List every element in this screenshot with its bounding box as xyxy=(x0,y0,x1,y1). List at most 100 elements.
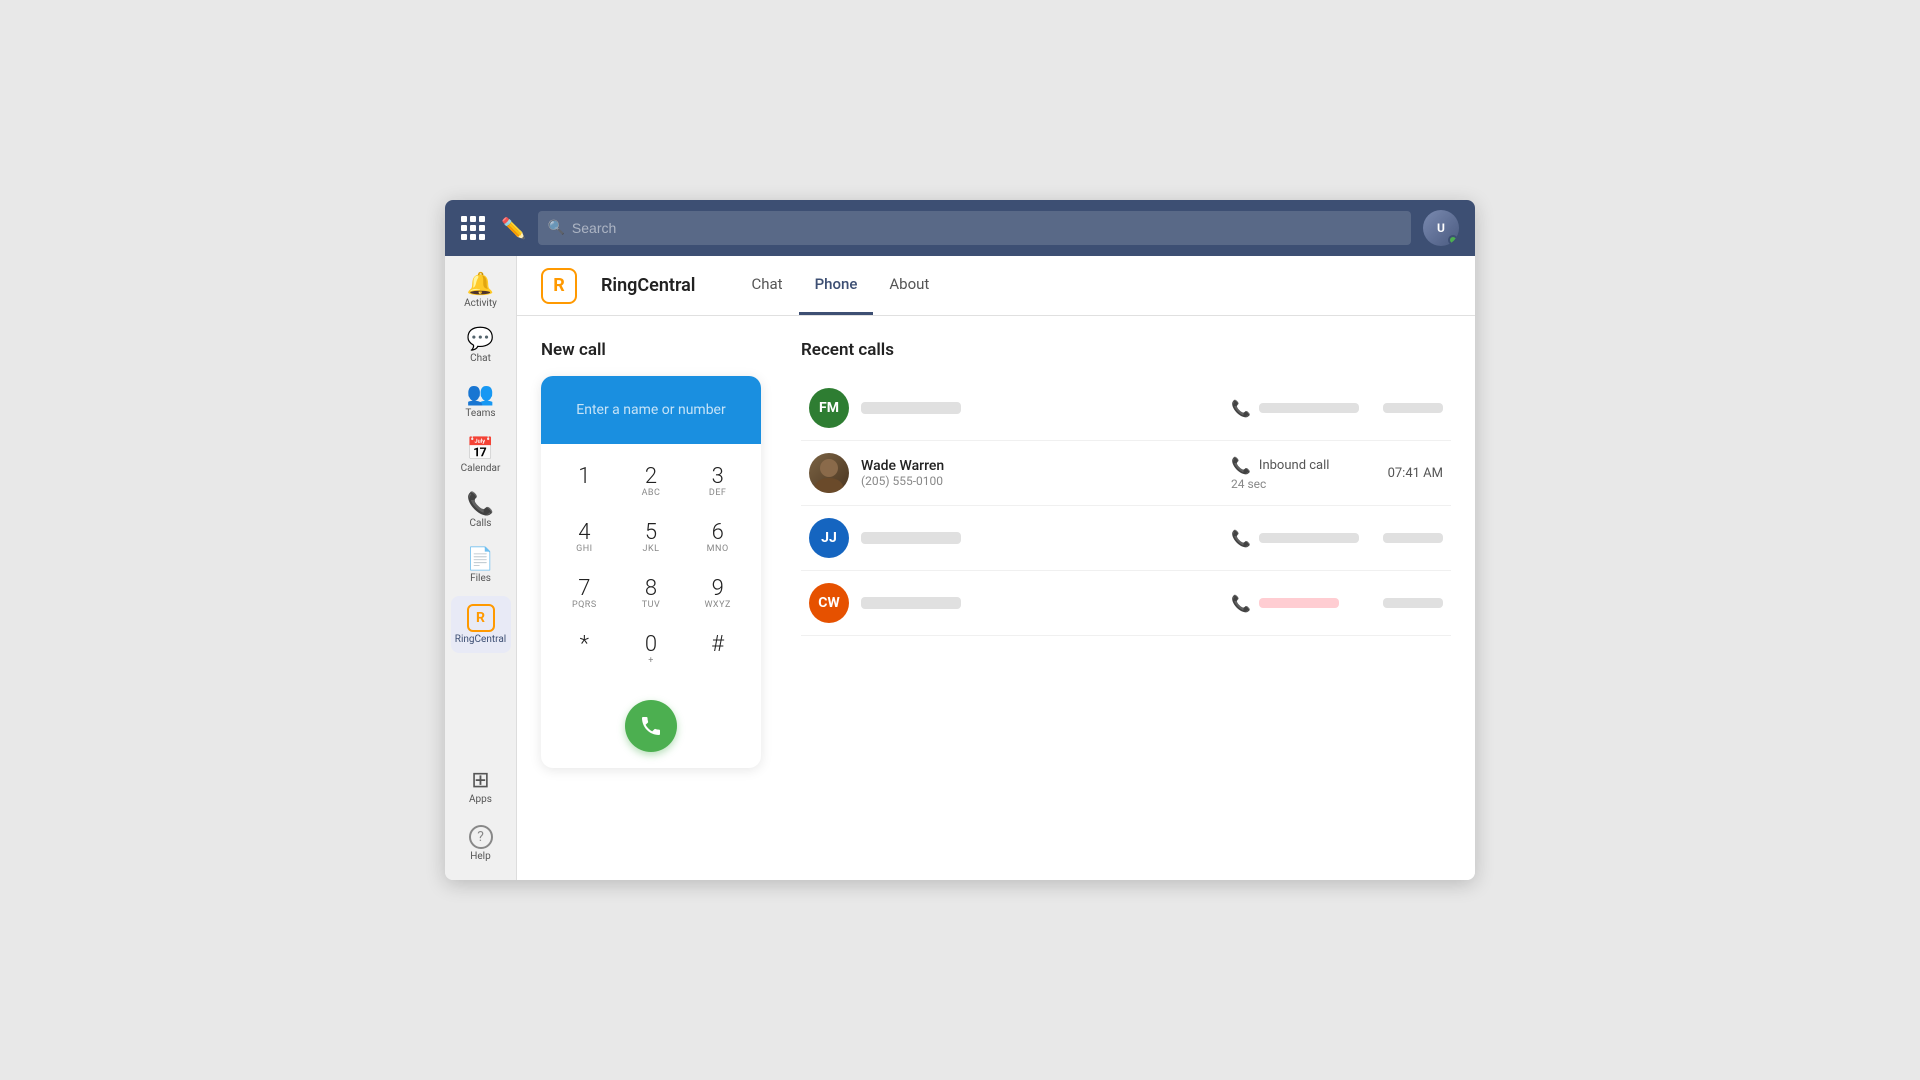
dial-key-star[interactable]: * xyxy=(553,624,616,676)
sidebar-item-calendar[interactable]: 📅 Calendar xyxy=(451,431,511,482)
avatar: FM xyxy=(809,388,849,428)
tab-phone[interactable]: Phone xyxy=(799,256,874,315)
ringcentral-icon: R xyxy=(467,604,495,632)
dial-key-3[interactable]: 3 DEF xyxy=(686,456,749,508)
search-container: 🔍 xyxy=(538,211,1411,245)
main-layout: 🔔 Activity 💬 Chat 👥 Teams 📅 Calendar 📞 C… xyxy=(445,256,1475,880)
dial-key-5[interactable]: 5 JKL xyxy=(620,512,683,564)
app-header: R RingCentral Chat Phone About xyxy=(517,256,1475,316)
dial-key-9[interactable]: 9 WXYZ xyxy=(686,568,749,620)
call-info xyxy=(861,402,1219,414)
call-time: 07:41 AM xyxy=(1383,466,1443,481)
call-type-placeholder xyxy=(1259,533,1359,543)
call-item[interactable]: Wade Warren (205) 555-0100 📞 Inbound cal… xyxy=(801,441,1451,506)
call-info xyxy=(861,532,1219,544)
apps-icon: ⊞ xyxy=(471,770,489,792)
avatar xyxy=(809,453,849,493)
call-item[interactable]: CW 📞 xyxy=(801,571,1451,636)
call-type-area: 📞 Inbound call 24 sec xyxy=(1231,456,1371,491)
new-call-section: New call Enter a name or number 1 2 xyxy=(541,340,761,856)
app-name: RingCentral xyxy=(601,275,695,296)
call-type-area: 📞 xyxy=(1231,399,1371,418)
sidebar-item-teams[interactable]: 👥 Teams xyxy=(451,376,511,427)
activity-icon: 🔔 xyxy=(467,274,494,296)
dialpad: Enter a name or number 1 2 ABC xyxy=(541,376,761,768)
dial-key-8[interactable]: 8 TUV xyxy=(620,568,683,620)
sidebar: 🔔 Activity 💬 Chat 👥 Teams 📅 Calendar 📞 C… xyxy=(445,256,517,880)
call-info xyxy=(861,597,1219,609)
sidebar-item-label: Files xyxy=(470,573,491,584)
phone-icon: 📞 xyxy=(1231,399,1251,418)
dial-key-hash[interactable]: # xyxy=(686,624,749,676)
call-time-placeholder xyxy=(1383,403,1443,413)
tab-chat[interactable]: Chat xyxy=(735,256,798,315)
call-time-placeholder xyxy=(1383,598,1443,608)
call-name-placeholder xyxy=(861,532,961,544)
phone-icon: 📞 xyxy=(1231,529,1251,548)
call-type-placeholder xyxy=(1259,403,1359,413)
sidebar-item-label: Chat xyxy=(470,353,491,364)
calendar-icon: 📅 xyxy=(467,439,494,461)
call-type-text: Inbound call xyxy=(1259,458,1330,473)
call-time-placeholder xyxy=(1383,533,1443,543)
compose-icon[interactable]: ✏️ xyxy=(501,216,526,240)
call-button[interactable] xyxy=(625,700,677,752)
calls-icon: 📞 xyxy=(467,494,494,516)
app-tabs: Chat Phone About xyxy=(735,256,945,315)
dial-key-1[interactable]: 1 xyxy=(553,456,616,508)
call-info: Wade Warren (205) 555-0100 xyxy=(861,458,1219,488)
dial-placeholder: Enter a name or number xyxy=(576,402,725,418)
user-avatar[interactable]: U xyxy=(1423,210,1459,246)
sidebar-item-label: Calendar xyxy=(461,463,501,474)
dial-key-7[interactable]: 7 PQRS xyxy=(553,568,616,620)
call-type-area: 📞 xyxy=(1231,594,1371,613)
call-type-row: 📞 xyxy=(1231,529,1359,548)
dial-call-btn-container xyxy=(541,688,761,768)
call-type-row: 📞 xyxy=(1231,594,1339,613)
sidebar-item-label: Apps xyxy=(469,794,492,805)
top-bar: ✏️ 🔍 U xyxy=(445,200,1475,256)
call-type-row: 📞 Inbound call xyxy=(1231,456,1329,475)
call-number: (205) 555-0100 xyxy=(861,474,1219,488)
call-type-row: 📞 xyxy=(1231,399,1359,418)
files-icon: 📄 xyxy=(467,549,494,571)
call-item[interactable]: FM 📞 xyxy=(801,376,1451,441)
search-input[interactable] xyxy=(538,211,1411,245)
avatar: JJ xyxy=(809,518,849,558)
help-icon: ? xyxy=(469,825,493,849)
sidebar-item-label: Activity xyxy=(464,298,497,309)
inbound-call-icon: 📞 xyxy=(1231,456,1251,475)
tab-about[interactable]: About xyxy=(873,256,945,315)
call-name-placeholder xyxy=(861,402,961,414)
sidebar-item-files[interactable]: 📄 Files xyxy=(451,541,511,592)
sidebar-item-label: Teams xyxy=(465,408,495,419)
content-area: R RingCentral Chat Phone About New call … xyxy=(517,256,1475,880)
sidebar-item-help[interactable]: ? Help xyxy=(451,817,511,870)
sidebar-item-chat[interactable]: 💬 Chat xyxy=(451,321,511,372)
call-name-placeholder xyxy=(861,597,961,609)
avatar: CW xyxy=(809,583,849,623)
sidebar-item-apps[interactable]: ⊞ Apps xyxy=(451,762,511,813)
sidebar-item-activity[interactable]: 🔔 Activity xyxy=(451,266,511,317)
online-status-dot xyxy=(1448,235,1458,245)
app-logo: R xyxy=(541,268,577,304)
chat-icon: 💬 xyxy=(467,329,494,351)
dial-key-0[interactable]: 0 + xyxy=(620,624,683,676)
call-item[interactable]: JJ 📞 xyxy=(801,506,1451,571)
dial-key-2[interactable]: 2 ABC xyxy=(620,456,683,508)
recent-calls-title: Recent calls xyxy=(801,340,1451,360)
call-type-area: 📞 xyxy=(1231,529,1371,548)
missed-call-placeholder xyxy=(1259,598,1339,608)
call-list: FM 📞 xyxy=(801,376,1451,636)
dial-input[interactable]: Enter a name or number xyxy=(541,376,761,444)
dial-key-4[interactable]: 4 GHI xyxy=(553,512,616,564)
new-call-title: New call xyxy=(541,340,761,360)
search-icon: 🔍 xyxy=(548,220,565,236)
grid-menu-icon[interactable] xyxy=(461,216,485,240)
missed-call-icon: 📞 xyxy=(1231,594,1251,613)
sidebar-item-label: Calls xyxy=(470,518,492,529)
sidebar-item-calls[interactable]: 📞 Calls xyxy=(451,486,511,537)
dial-key-6[interactable]: 6 MNO xyxy=(686,512,749,564)
recent-calls-section: Recent calls FM 📞 xyxy=(801,340,1451,856)
sidebar-item-ringcentral[interactable]: R RingCentral xyxy=(451,596,511,653)
